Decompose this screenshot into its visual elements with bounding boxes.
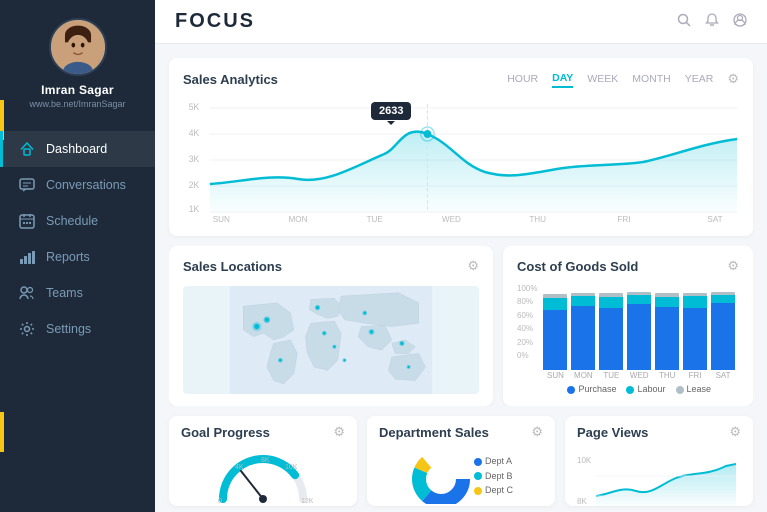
department-sales-card: Department Sales ⚙ Dept A Dept B Dept xyxy=(367,416,555,506)
tab-month[interactable]: MONTH xyxy=(632,71,671,87)
sidebar-item-reports[interactable]: Reports xyxy=(0,239,155,275)
header: FOCUS xyxy=(155,0,767,44)
schedule-label: Schedule xyxy=(46,214,98,228)
avatar xyxy=(49,18,107,76)
goal-chart: 0 4K 8K 10K 12K xyxy=(181,446,345,506)
bar-group-wed: WED xyxy=(627,290,651,380)
svg-text:MON: MON xyxy=(289,214,308,224)
schedule-icon xyxy=(18,212,36,230)
dept-header: Department Sales ⚙ xyxy=(379,424,543,440)
bar-group-fri: FRI xyxy=(683,290,707,380)
sidebar: Imran Sagar www.be.net/ImranSagar Dashbo… xyxy=(0,0,155,512)
conversations-label: Conversations xyxy=(46,178,126,192)
cost-y-labels: 100% 80% 60% 40% 20% 0% xyxy=(517,280,539,360)
bar-group-sat: SAT xyxy=(711,290,735,380)
cost-of-goods-card: Cost of Goods Sold ⚙ 100% 80% 60% 40% 20… xyxy=(503,246,753,406)
dept-chart: Dept A Dept B Dept C xyxy=(379,446,543,506)
page-views-card: Page Views ⚙ 10K 8K xyxy=(565,416,753,506)
svg-text:3K: 3K xyxy=(189,154,200,164)
sidebar-item-teams[interactable]: Teams xyxy=(0,275,155,311)
svg-text:4K: 4K xyxy=(189,128,200,138)
user-profile-area: Imran Sagar www.be.net/ImranSagar xyxy=(0,0,155,121)
user-name: Imran Sagar xyxy=(41,83,114,97)
pageviews-settings-icon[interactable]: ⚙ xyxy=(729,424,741,440)
bar-group-mon: MON xyxy=(571,290,595,380)
app-logo: FOCUS xyxy=(175,10,255,33)
bar-group-sun: SUN xyxy=(543,290,567,380)
chart-tooltip: 2633 xyxy=(371,102,411,120)
analytics-chart: 2633 5K 4K 3K 2K 1K xyxy=(183,94,739,224)
dept-settings-icon[interactable]: ⚙ xyxy=(531,424,543,440)
svg-text:WED: WED xyxy=(442,214,461,224)
analytics-title: Sales Analytics xyxy=(183,72,278,87)
analytics-header: Sales Analytics HOUR DAY WEEK MONTH YEAR… xyxy=(183,70,739,88)
dashboard-label: Dashboard xyxy=(46,142,107,156)
svg-text:8K: 8K xyxy=(261,457,270,464)
teams-label: Teams xyxy=(46,286,83,300)
middle-row: Sales Locations ⚙ xyxy=(169,246,753,406)
svg-text:12K: 12K xyxy=(301,498,313,504)
analytics-settings-icon[interactable]: ⚙ xyxy=(727,71,739,87)
svg-text:SAT: SAT xyxy=(707,214,722,224)
goal-settings-icon[interactable]: ⚙ xyxy=(333,424,345,440)
goal-header: Goal Progress ⚙ xyxy=(181,424,345,440)
dashboard-icon xyxy=(18,140,36,158)
pageviews-header: Page Views ⚙ xyxy=(577,424,741,440)
content-area: Sales Analytics HOUR DAY WEEK MONTH YEAR… xyxy=(155,44,767,512)
svg-text:2K: 2K xyxy=(189,180,200,190)
user-url: www.be.net/ImranSagar xyxy=(29,99,125,109)
sidebar-item-dashboard[interactable]: Dashboard xyxy=(0,131,155,167)
world-map xyxy=(183,286,479,394)
pageviews-chart: 10K 8K xyxy=(577,446,741,506)
search-icon[interactable] xyxy=(677,13,691,31)
svg-text:SUN: SUN xyxy=(213,214,230,224)
tab-day[interactable]: DAY xyxy=(552,70,573,88)
sidebar-navigation: Dashboard Conversations xyxy=(0,131,155,347)
cost-title: Cost of Goods Sold xyxy=(517,259,638,274)
reports-icon xyxy=(18,248,36,266)
svg-text:4K: 4K xyxy=(235,464,244,471)
svg-text:THU: THU xyxy=(529,214,546,224)
reports-label: Reports xyxy=(46,250,90,264)
svg-text:FRI: FRI xyxy=(617,214,630,224)
main-content: FOCUS xyxy=(155,0,767,512)
bar-group-tue: TUE xyxy=(599,290,623,380)
svg-text:TUE: TUE xyxy=(367,214,384,224)
tab-hour[interactable]: HOUR xyxy=(507,71,538,87)
user-icon[interactable] xyxy=(733,13,747,31)
locations-header: Sales Locations ⚙ xyxy=(183,258,479,274)
time-tabs: HOUR DAY WEEK MONTH YEAR ⚙ xyxy=(507,70,739,88)
sidebar-item-conversations[interactable]: Conversations xyxy=(0,167,155,203)
cost-legend: Purchase Labour Lease xyxy=(539,384,739,394)
dept-title: Department Sales xyxy=(379,425,489,440)
svg-text:1K: 1K xyxy=(189,204,200,214)
sales-analytics-card: Sales Analytics HOUR DAY WEEK MONTH YEAR… xyxy=(169,58,753,236)
cost-bars: SUN MON xyxy=(539,280,739,380)
settings-icon xyxy=(18,320,36,338)
sidebar-item-settings[interactable]: Settings xyxy=(0,311,155,347)
sidebar-item-schedule[interactable]: Schedule xyxy=(0,203,155,239)
bar-group-thu: THU xyxy=(655,290,679,380)
locations-title: Sales Locations xyxy=(183,259,282,274)
teams-icon xyxy=(18,284,36,302)
svg-text:10K: 10K xyxy=(285,464,298,471)
settings-label: Settings xyxy=(46,322,91,336)
sidebar-accent-bar-bottom xyxy=(0,412,4,452)
header-actions xyxy=(677,13,747,31)
tab-week[interactable]: WEEK xyxy=(587,71,618,87)
tab-year[interactable]: YEAR xyxy=(685,71,714,87)
svg-text:5K: 5K xyxy=(189,102,200,112)
goal-progress-card: Goal Progress ⚙ 0 4K 8K xyxy=(169,416,357,506)
locations-settings-icon[interactable]: ⚙ xyxy=(467,258,479,274)
notification-icon[interactable] xyxy=(705,13,719,31)
goal-title: Goal Progress xyxy=(181,425,270,440)
bottom-row: Goal Progress ⚙ 0 4K 8K xyxy=(169,416,753,506)
sales-locations-card: Sales Locations ⚙ xyxy=(169,246,493,406)
cost-settings-icon[interactable]: ⚙ xyxy=(727,258,739,274)
conversations-icon xyxy=(18,176,36,194)
pageviews-title: Page Views xyxy=(577,425,648,440)
cost-header: Cost of Goods Sold ⚙ xyxy=(517,258,739,274)
svg-text:0: 0 xyxy=(218,498,222,504)
